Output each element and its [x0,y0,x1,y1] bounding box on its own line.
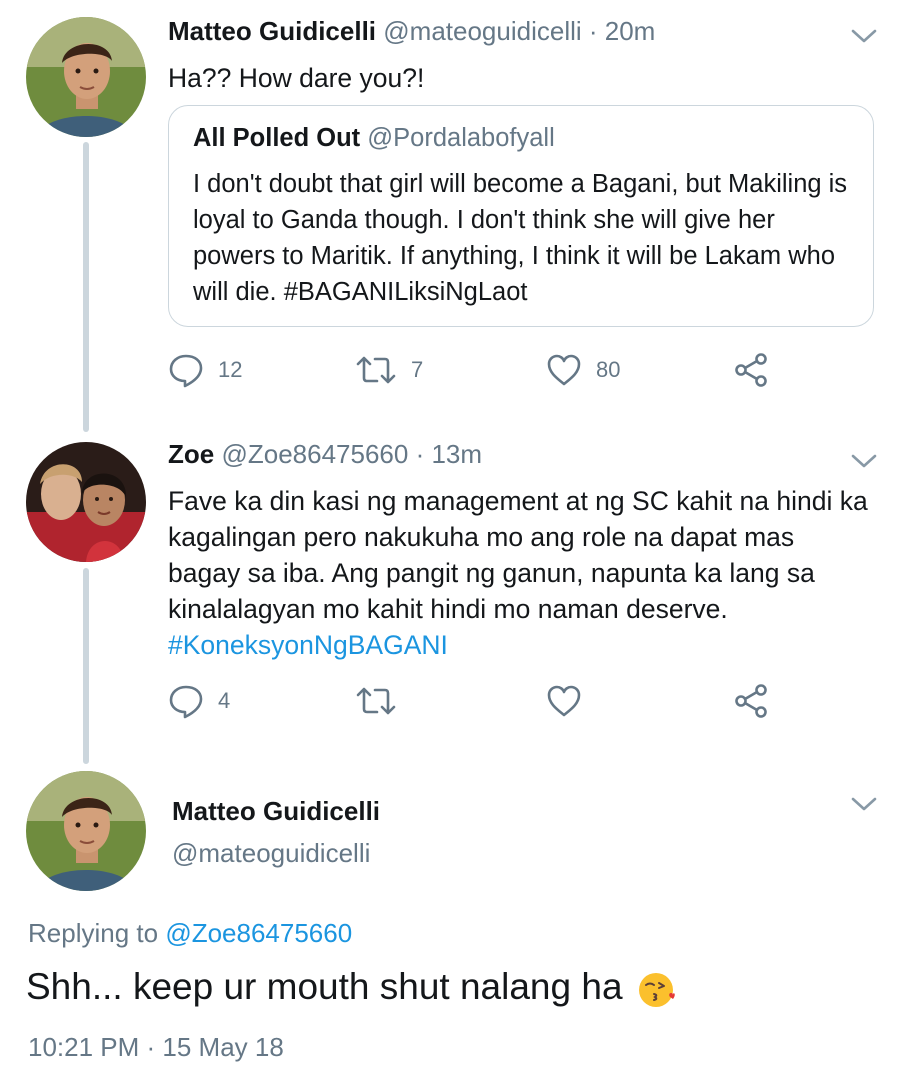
like-button[interactable] [546,683,582,719]
share-button[interactable] [733,683,769,719]
main-tweet-text: Shh... keep ur mouth shut nalang ha [26,966,677,1009]
like-icon [547,354,581,386]
replying-to: Replying to @Zoe86475660 [28,918,352,949]
quoted-tweet[interactable]: All Polled Out @Pordalabofyall I don't d… [168,105,874,327]
tweet-text: Fave ka din kasi ng management at ng SC … [168,483,868,663]
tweet-header: Zoe @Zoe86475660 · 13m [168,439,482,470]
reply-count: 12 [218,357,243,382]
reply-count: 4 [218,688,231,713]
chevron-down-icon[interactable] [849,451,879,471]
like-icon [547,685,581,717]
tweet-header: Matteo Guidicelli @mateoguidicelli · 20m [168,16,655,47]
quote-author-name: All Polled Out [193,124,361,152]
share-button[interactable] [733,352,769,388]
share-icon [735,684,767,718]
author-name[interactable]: Matteo Guidicelli [172,796,380,827]
retweet-icon [356,687,396,715]
like-button[interactable]: 80 [546,352,620,388]
author-name[interactable]: Zoe [168,439,214,469]
tweet-text: Ha?? How dare you?! [168,63,425,93]
reply-button[interactable]: 12 [168,352,242,388]
retweet-icon [356,356,396,384]
quote-author-handle: @Pordalabofyall [367,124,555,152]
avatar[interactable] [26,442,146,562]
reply-icon [169,685,203,719]
author-meta: @Zoe86475660 · 13m [221,439,483,469]
retweet-button[interactable] [355,683,397,719]
main-tweet-body: Shh... keep ur mouth shut nalang ha [26,966,623,1007]
avatar[interactable] [26,771,146,891]
thread-line [83,568,89,764]
like-count: 80 [596,357,621,382]
retweet-button[interactable]: 7 [355,352,423,388]
retweet-count: 7 [411,357,424,382]
chevron-down-icon[interactable] [849,26,879,46]
kiss-face-emoji-icon [638,973,675,1008]
hashtag-link[interactable]: #KoneksyonNgBAGANI [168,630,448,660]
timestamp: 10:21 PM · 15 May 18 [28,1032,284,1062]
replying-prefix: Replying to [28,918,159,948]
chevron-down-icon[interactable] [849,794,879,814]
thread-line [83,142,89,432]
author-handle[interactable]: @mateoguidicelli [172,838,370,869]
replying-to-link[interactable]: @Zoe86475660 [165,918,352,948]
quote-text: I don't doubt that girl will become a Ba… [193,170,848,306]
reply-icon [169,354,203,388]
author-name[interactable]: Matteo Guidicelli [168,16,376,46]
reply-button[interactable]: 4 [168,683,230,719]
tweet-body: Fave ka din kasi ng management at ng SC … [168,486,868,624]
avatar[interactable] [26,17,146,137]
author-meta: @mateoguidicelli · 20m [383,16,656,46]
quote-header: All Polled Out @Pordalabofyall [193,124,555,153]
share-icon [735,353,767,387]
